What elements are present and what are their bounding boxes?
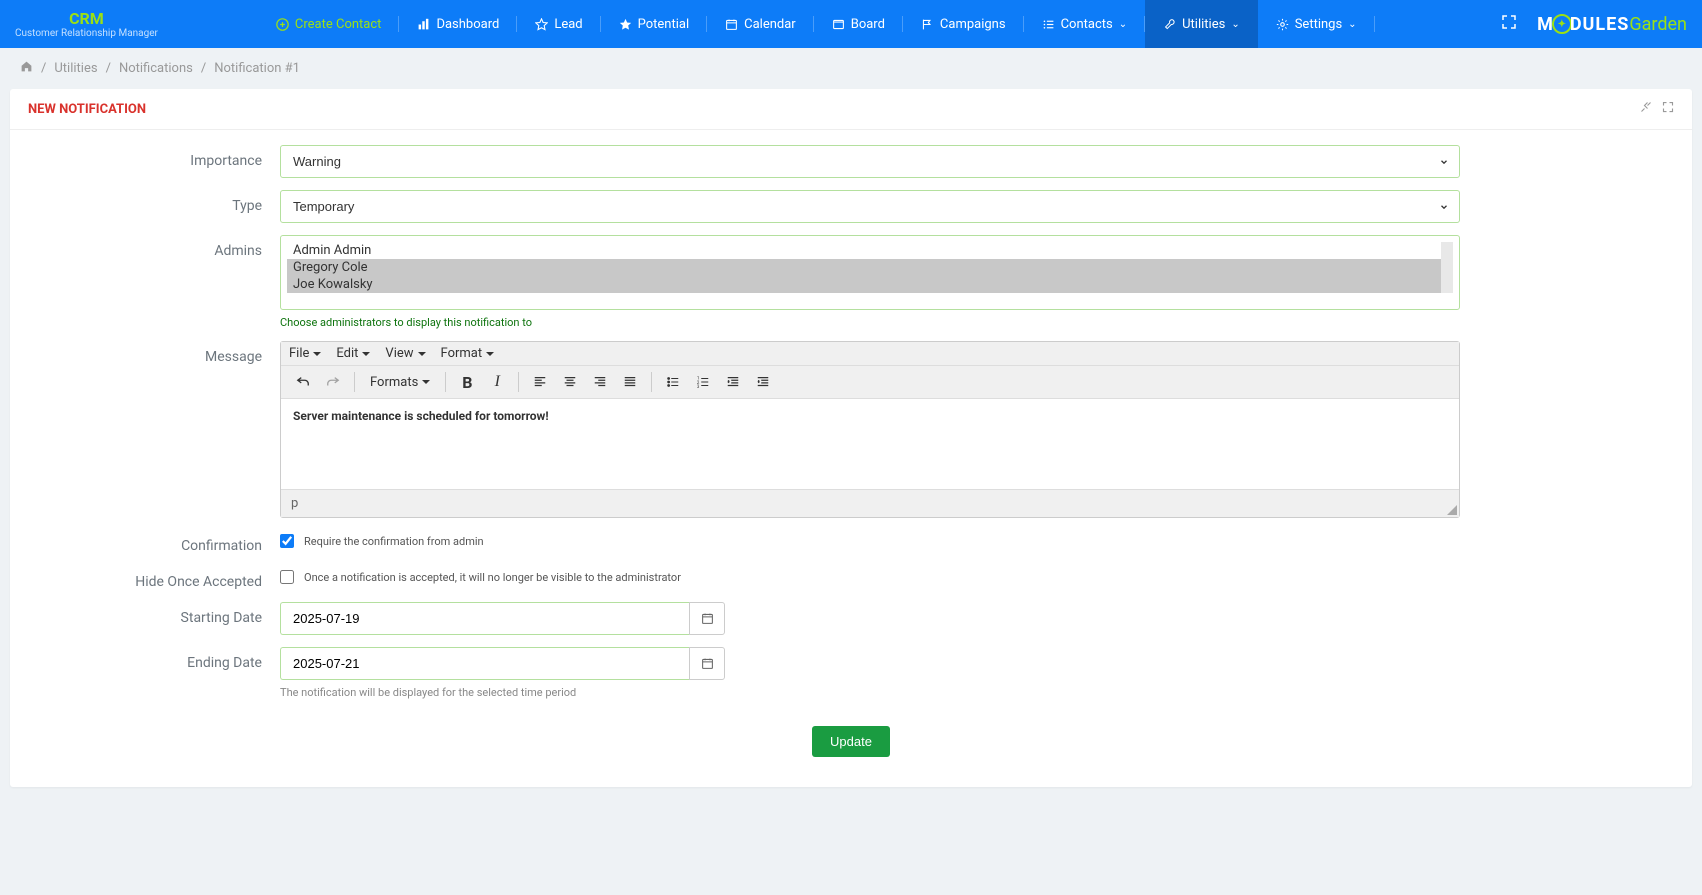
italic-icon[interactable]: I bbox=[483, 370, 511, 394]
nav-potential[interactable]: Potential bbox=[601, 0, 708, 48]
chevron-down-icon: ⌄ bbox=[1348, 19, 1356, 30]
expand-icon[interactable] bbox=[1662, 101, 1674, 117]
bold-icon[interactable]: B bbox=[453, 370, 481, 394]
flag-icon bbox=[921, 18, 934, 31]
fullscreen-icon[interactable] bbox=[1501, 14, 1517, 34]
admin-option[interactable]: Joe Kowalsky bbox=[287, 276, 1441, 293]
nav-create-contact[interactable]: Create Contact bbox=[258, 0, 400, 48]
hideonce-label: Hide Once Accepted bbox=[25, 566, 280, 590]
hideonce-checkbox[interactable] bbox=[280, 570, 294, 584]
editor-content[interactable]: Server maintenance is scheduled for tomo… bbox=[281, 399, 1459, 489]
panel-header: NEW NOTIFICATION bbox=[10, 89, 1692, 130]
panel-title: NEW NOTIFICATION bbox=[28, 102, 146, 117]
nav-calendar[interactable]: Calendar bbox=[707, 0, 814, 48]
chart-icon bbox=[417, 18, 430, 31]
message-editor: File Edit View Format Formats B I bbox=[280, 341, 1460, 518]
enddate-label: Ending Date bbox=[25, 647, 280, 671]
collapse-icon[interactable] bbox=[1640, 101, 1652, 117]
resize-handle-icon[interactable] bbox=[1447, 505, 1457, 515]
undo-icon[interactable] bbox=[289, 370, 317, 394]
enddate-input[interactable] bbox=[280, 647, 689, 680]
list-icon bbox=[1042, 18, 1055, 31]
nav-utilities[interactable]: Utilities ⌄ bbox=[1145, 0, 1258, 48]
editor-menu-view[interactable]: View bbox=[385, 346, 425, 361]
breadcrumb-notifications[interactable]: Notifications bbox=[119, 61, 193, 76]
startdate-label: Starting Date bbox=[25, 602, 280, 626]
type-select[interactable]: Temporary bbox=[280, 190, 1460, 223]
outdent-icon[interactable] bbox=[719, 370, 747, 394]
plus-circle-icon bbox=[276, 18, 289, 31]
importance-select[interactable]: Warning bbox=[280, 145, 1460, 178]
breadcrumb-current: Notification #1 bbox=[214, 61, 300, 76]
hideonce-text: Once a notification is accepted, it will… bbox=[304, 571, 681, 584]
logo-circle-icon: ✦ bbox=[1552, 14, 1572, 34]
admins-multiselect[interactable]: Admin Admin Gregory Cole Joe Kowalsky bbox=[280, 235, 1460, 310]
app-title: CRM bbox=[69, 9, 104, 28]
header-right: M ✦ DULES Garden bbox=[1481, 0, 1687, 48]
calendar-icon bbox=[701, 657, 714, 670]
nav-settings[interactable]: Settings ⌄ bbox=[1258, 0, 1375, 48]
align-left-icon[interactable] bbox=[526, 370, 554, 394]
gear-icon bbox=[1276, 18, 1289, 31]
importance-label: Importance bbox=[25, 145, 280, 169]
app-subtitle: Customer Relationship Manager bbox=[15, 28, 158, 39]
main-nav: Create Contact Dashboard Lead Potential … bbox=[258, 0, 1481, 48]
notification-panel: NEW NOTIFICATION Importance Warning Type… bbox=[10, 89, 1692, 787]
wrench-icon bbox=[1163, 18, 1176, 31]
nav-contacts[interactable]: Contacts ⌄ bbox=[1024, 0, 1146, 48]
align-center-icon[interactable] bbox=[556, 370, 584, 394]
update-button[interactable]: Update bbox=[812, 726, 890, 757]
svg-text:3: 3 bbox=[697, 385, 700, 389]
star-icon bbox=[619, 18, 632, 31]
editor-menu-format[interactable]: Format bbox=[441, 346, 495, 361]
message-label: Message bbox=[25, 341, 280, 365]
admins-help: Choose administrators to display this no… bbox=[280, 316, 1460, 329]
align-right-icon[interactable] bbox=[586, 370, 614, 394]
nav-lead[interactable]: Lead bbox=[517, 0, 600, 48]
editor-menubar: File Edit View Format bbox=[281, 342, 1459, 366]
align-justify-icon[interactable] bbox=[616, 370, 644, 394]
calendar-icon bbox=[725, 18, 738, 31]
app-header: CRM Customer Relationship Manager Create… bbox=[0, 0, 1702, 48]
formats-dropdown[interactable]: Formats bbox=[362, 372, 438, 393]
home-icon[interactable] bbox=[20, 60, 33, 77]
chevron-down-icon: ⌄ bbox=[1231, 19, 1239, 30]
type-label: Type bbox=[25, 190, 280, 214]
panel-controls bbox=[1640, 101, 1674, 117]
editor-statusbar: p bbox=[281, 489, 1459, 517]
breadcrumb: / Utilities / Notifications / Notificati… bbox=[0, 48, 1702, 89]
editor-menu-file[interactable]: File bbox=[289, 346, 321, 361]
brand-block: CRM Customer Relationship Manager bbox=[15, 0, 158, 48]
logo: M ✦ DULES Garden bbox=[1537, 14, 1687, 35]
admin-option[interactable]: Admin Admin bbox=[287, 242, 1441, 259]
startdate-picker-button[interactable] bbox=[689, 602, 725, 635]
confirmation-checkbox[interactable] bbox=[280, 534, 294, 548]
board-icon bbox=[832, 18, 845, 31]
number-list-icon[interactable]: 123 bbox=[689, 370, 717, 394]
chevron-down-icon: ⌄ bbox=[1119, 19, 1127, 30]
confirmation-label: Confirmation bbox=[25, 530, 280, 554]
admins-label: Admins bbox=[25, 235, 280, 259]
nav-dashboard[interactable]: Dashboard bbox=[399, 0, 517, 48]
enddate-picker-button[interactable] bbox=[689, 647, 725, 680]
bullet-list-icon[interactable] bbox=[659, 370, 687, 394]
breadcrumb-utilities[interactable]: Utilities bbox=[54, 61, 97, 76]
redo-icon[interactable] bbox=[319, 370, 347, 394]
nav-campaigns[interactable]: Campaigns bbox=[903, 0, 1024, 48]
editor-toolbar: Formats B I 123 bbox=[281, 366, 1459, 399]
editor-menu-edit[interactable]: Edit bbox=[336, 346, 370, 361]
confirmation-text: Require the confirmation from admin bbox=[304, 535, 484, 548]
admin-option[interactable]: Gregory Cole bbox=[287, 259, 1441, 276]
panel-body: Importance Warning Type Temporary Admins bbox=[10, 130, 1692, 787]
star-outline-icon bbox=[535, 18, 548, 31]
startdate-input[interactable] bbox=[280, 602, 689, 635]
calendar-icon bbox=[701, 612, 714, 625]
enddate-help: The notification will be displayed for t… bbox=[280, 686, 1460, 699]
nav-board[interactable]: Board bbox=[814, 0, 903, 48]
indent-icon[interactable] bbox=[749, 370, 777, 394]
